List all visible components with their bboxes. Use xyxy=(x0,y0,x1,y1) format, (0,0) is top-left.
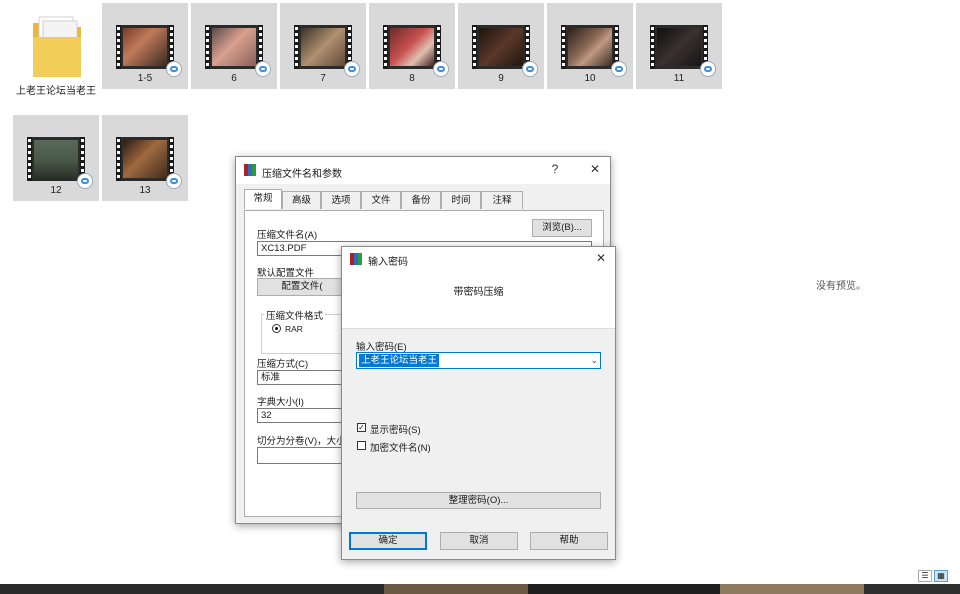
video-file-item[interactable]: 6 xyxy=(191,3,277,89)
show-password-checkbox[interactable]: ✓ xyxy=(357,423,366,432)
video-file-label: 10 xyxy=(584,73,596,84)
tab-general[interactable]: 常规 xyxy=(244,189,282,209)
video-thumbnail xyxy=(472,25,530,69)
password-dialog-titlebar[interactable]: 输入密码 ✕ xyxy=(342,247,615,271)
dict-size-select[interactable]: 32 xyxy=(257,408,347,423)
password-value: 上老王论坛当老王 xyxy=(359,354,440,367)
video-thumbnail xyxy=(561,25,619,69)
tab-options[interactable]: 选项 xyxy=(321,191,361,209)
encrypt-names-label: 加密文件名(N) xyxy=(370,443,431,454)
video-file-item[interactable]: 13 xyxy=(102,115,188,201)
help-button[interactable]: 帮助 xyxy=(530,532,608,550)
method-select[interactable]: 标准 xyxy=(257,370,347,385)
video-file-label: 12 xyxy=(50,185,62,196)
password-label: 输入密码(E) xyxy=(356,342,407,353)
tab-advanced[interactable]: 高级 xyxy=(282,191,321,209)
winrar-icon xyxy=(244,164,256,176)
winrar-icon xyxy=(350,253,362,265)
archive-name-label: 压缩文件名(A) xyxy=(257,230,318,241)
video-thumbnail xyxy=(116,137,174,181)
video-file-item[interactable]: 12 xyxy=(13,115,99,201)
video-file-item[interactable]: 11 xyxy=(636,3,722,89)
profile-button[interactable]: 配置文件( xyxy=(257,278,347,296)
tab-backup[interactable]: 备份 xyxy=(401,191,441,209)
cancel-button[interactable]: 取消 xyxy=(440,532,518,550)
organize-passwords-button[interactable]: 整理密码(O)... xyxy=(356,492,601,509)
dict-size-label: 字典大小(I) xyxy=(257,397,304,408)
video-file-label: 7 xyxy=(320,73,326,84)
encrypt-names-checkbox[interactable] xyxy=(357,441,366,450)
video-file-label: 11 xyxy=(673,73,685,84)
video-thumbnail xyxy=(650,25,708,69)
archive-dialog-titlebar[interactable]: 压缩文件名和参数 ? ✕ xyxy=(236,157,610,184)
details-view-icon[interactable]: ☰ xyxy=(918,570,932,582)
video-thumbnail xyxy=(383,25,441,69)
rar-radio[interactable] xyxy=(272,324,281,333)
profile-label: 默认配置文件 xyxy=(257,268,315,279)
show-password-label: 显示密码(S) xyxy=(370,425,421,436)
video-file-item[interactable]: 9 xyxy=(458,3,544,89)
video-thumbnail xyxy=(205,25,263,69)
password-dialog-title: 输入密码 xyxy=(368,257,408,268)
chevron-down-icon[interactable]: ⌄ xyxy=(590,353,598,368)
folder-label: 上老王论坛当老王 xyxy=(16,86,96,97)
video-file-label: 6 xyxy=(231,73,237,84)
browse-button[interactable]: 浏览(B)... xyxy=(532,219,592,237)
password-field[interactable]: 上老王论坛当老王 ⌄ xyxy=(356,352,601,369)
method-label: 压缩方式(C) xyxy=(257,359,309,370)
rar-label: RAR xyxy=(285,324,303,334)
large-icons-view-icon[interactable]: ▦ xyxy=(934,570,948,582)
video-file-item[interactable]: 1-5 xyxy=(102,3,188,89)
archive-dialog-title: 压缩文件名和参数 xyxy=(262,169,342,180)
video-thumbnail xyxy=(27,137,85,181)
video-file-label: 1-5 xyxy=(137,73,153,84)
video-thumbnail xyxy=(294,25,352,69)
split-volume-label: 切分为分卷(V)，大小 xyxy=(257,436,346,447)
password-dialog-heading: 带密码压缩 xyxy=(453,287,504,298)
tab-comment[interactable]: 注释 xyxy=(481,191,523,209)
preview-pane-text: 没有预览。 xyxy=(816,281,866,292)
background-image-strip xyxy=(0,584,960,594)
close-icon[interactable]: ✕ xyxy=(592,251,610,267)
video-thumbnail xyxy=(116,25,174,69)
tab-time[interactable]: 时间 xyxy=(441,191,481,209)
format-group-label: 压缩文件格式 xyxy=(264,308,326,322)
split-volume-field[interactable] xyxy=(257,447,347,464)
help-icon[interactable]: ? xyxy=(546,162,564,178)
tab-files[interactable]: 文件 xyxy=(361,191,401,209)
password-dialog-header: 带密码压缩 xyxy=(342,271,615,329)
video-file-item[interactable]: 7 xyxy=(280,3,366,89)
folder-icon xyxy=(33,16,81,77)
close-icon[interactable]: ✕ xyxy=(586,162,604,178)
video-file-label: 9 xyxy=(498,73,504,84)
video-file-item[interactable]: 8 xyxy=(369,3,455,89)
video-file-item[interactable]: 10 xyxy=(547,3,633,89)
folder-item[interactable]: 上老王论坛当老王 xyxy=(13,3,99,111)
password-dialog: 输入密码 ✕ 带密码压缩 输入密码(E) 上老王论坛当老王 ⌄ ✓ 显示密码(S… xyxy=(341,246,616,560)
video-file-label: 8 xyxy=(409,73,415,84)
video-file-label: 13 xyxy=(139,185,151,196)
ok-button[interactable]: 确定 xyxy=(349,532,427,550)
